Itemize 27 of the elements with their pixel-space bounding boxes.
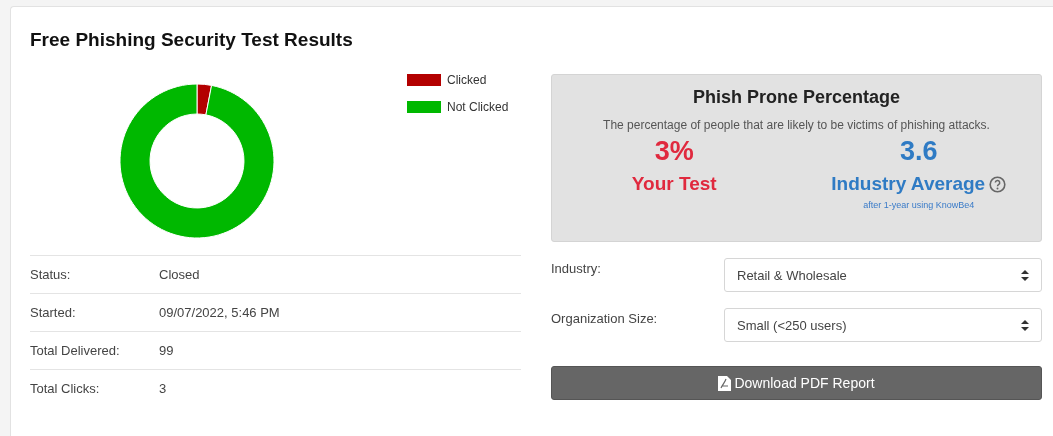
detail-value: 3	[159, 381, 167, 396]
detail-label: Total Clicks:	[30, 381, 101, 396]
pdf-file-icon	[718, 375, 732, 391]
sort-caret-icon	[1021, 269, 1029, 281]
panel-title: Phish Prone Percentage	[692, 87, 901, 108]
detail-value: 99	[159, 343, 174, 358]
select-field[interactable]: Small (<250 users)	[724, 308, 1042, 342]
download-button[interactable]: Download PDF Report	[551, 366, 1042, 400]
field-label: Organization Size:	[551, 310, 659, 326]
field-label: Industry:	[551, 260, 602, 276]
detail-label: Started:	[30, 305, 77, 320]
stat-note: after 1-year using KnowBe4	[863, 200, 975, 210]
detail-label: Status:	[30, 267, 72, 282]
stat-value: 3.6	[899, 136, 938, 167]
stat-label: Your Test	[631, 173, 717, 195]
select-field[interactable]: Retail & Wholesale	[724, 258, 1042, 292]
detail-label: Total Delivered:	[30, 343, 121, 358]
detail-value: Closed	[159, 267, 200, 282]
stat-label: Industry Average	[831, 173, 986, 195]
detail-value: 09/07/2022, 5:46 PM	[159, 305, 280, 320]
stat-value: 3%	[654, 136, 694, 167]
panel-description: The percentage of people that are likely to be victims of phishing attacks.	[603, 118, 990, 132]
legend-label: Clicked	[447, 73, 487, 87]
legend-label: Not Clicked	[447, 100, 509, 114]
help-icon[interactable]	[989, 175, 1007, 193]
sort-caret-icon	[1021, 319, 1029, 331]
page-title: Free Phishing Security Test Results	[30, 29, 353, 51]
